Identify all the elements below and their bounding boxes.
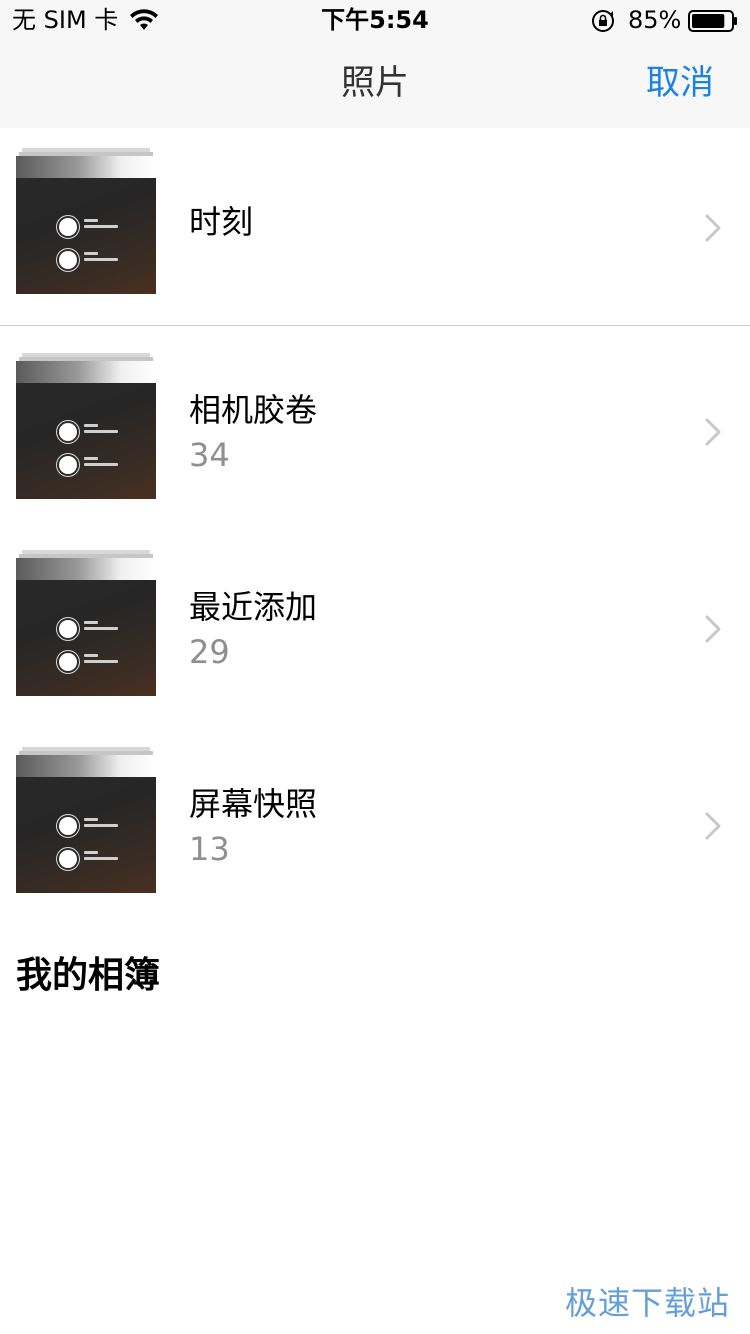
- album-row-screenshots[interactable]: 屏幕快照 13: [0, 747, 750, 943]
- watermark: 极速下载站: [564, 1284, 730, 1322]
- chevron-right-icon: [705, 418, 721, 446]
- album-name: 屏幕快照: [189, 785, 318, 823]
- navigation-bar: 照片 取消: [0, 40, 750, 128]
- album-thumbnail: [16, 747, 156, 893]
- album-count: 13: [189, 830, 230, 868]
- album-row-moments[interactable]: 时刻: [0, 148, 750, 344]
- status-bar: 无 SIM 卡 下午5:54 85%: [0, 0, 750, 40]
- chevron-right-icon: [705, 812, 721, 840]
- album-thumbnail: [16, 353, 156, 499]
- album-name: 最近添加: [189, 588, 318, 626]
- my-albums-header: 我的相簿: [16, 955, 161, 996]
- cancel-button[interactable]: 取消: [646, 62, 714, 104]
- album-row-camera-roll[interactable]: 相机胶卷 34: [0, 353, 750, 549]
- album-name: 时刻: [189, 203, 254, 241]
- page-title: 照片: [341, 63, 409, 103]
- album-thumbnail: [16, 148, 156, 294]
- album-name: 相机胶卷: [189, 391, 318, 429]
- rotation-lock-icon: [592, 10, 614, 32]
- chevron-right-icon: [705, 615, 721, 643]
- chevron-right-icon: [705, 214, 721, 242]
- album-thumbnail: [16, 550, 156, 696]
- divider: [0, 325, 750, 326]
- album-row-recently-added[interactable]: 最近添加 29: [0, 550, 750, 746]
- battery-percent: 85%: [628, 6, 682, 34]
- album-count: 34: [189, 436, 230, 474]
- battery-icon: [688, 10, 737, 32]
- album-count: 29: [189, 633, 230, 671]
